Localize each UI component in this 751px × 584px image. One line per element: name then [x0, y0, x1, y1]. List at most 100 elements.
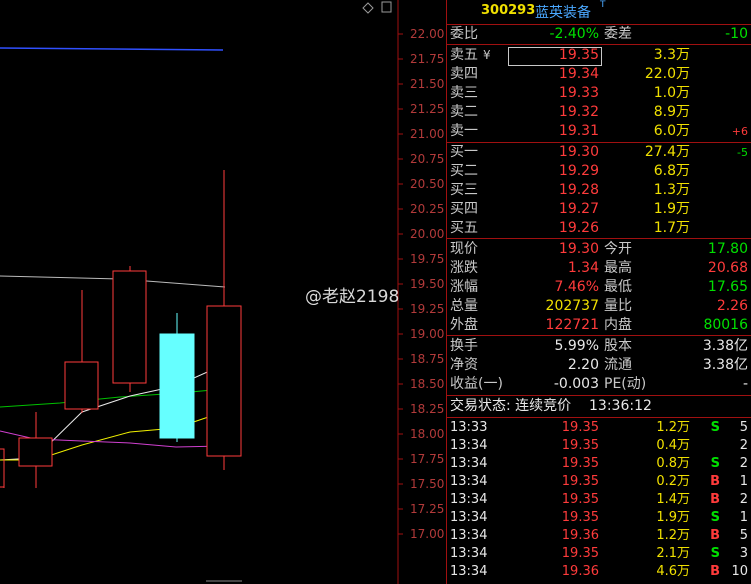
trade-price: 19.35: [561, 456, 599, 471]
level-change: +6: [731, 125, 748, 138]
price-tick-label: 22.00: [410, 27, 444, 41]
stock-code: 300293: [481, 3, 536, 18]
trade-row[interactable]: 13:34 19.35 0.2万 B 1: [447, 473, 751, 491]
trade-volume: 4.6万: [656, 564, 690, 579]
trade-row[interactable]: 13:34 19.35 1.9万 S 1: [447, 509, 751, 527]
stat-label: 股本: [604, 338, 632, 354]
stock-name[interactable]: 蓝英装备: [535, 2, 591, 22]
buy-level-row[interactable]: 买二 19.29 6.8万: [447, 162, 751, 181]
stat-value: 7.46%: [554, 279, 599, 295]
sell-level-row[interactable]: 卖三 19.33 1.0万: [447, 84, 751, 103]
quote-row: 总量 202737 量比 2.26: [447, 297, 751, 316]
sell-level-row[interactable]: 卖二 19.32 8.9万: [447, 103, 751, 122]
level-volume: 6.8万: [653, 163, 690, 179]
price-tick-label: 18.50: [410, 377, 444, 391]
buy-level-row[interactable]: 买五 19.26 1.7万: [447, 219, 751, 238]
divider: [447, 335, 751, 336]
price-tick-label: 17.50: [410, 477, 444, 491]
buy-level-row[interactable]: 买三 19.28 1.3万: [447, 181, 751, 200]
level-label: 买一: [450, 144, 478, 160]
buy-level-row[interactable]: 买一 19.30 27.4万 -5: [447, 143, 751, 162]
level-volume: 6.0万: [653, 123, 690, 139]
trade-price: 19.35: [561, 420, 599, 435]
level-price: 19.35: [558, 47, 599, 63]
trade-count: 10: [731, 564, 748, 579]
stat-label: 现价: [450, 241, 478, 257]
level-label: 卖二: [450, 104, 478, 120]
level-label: 买二: [450, 163, 478, 179]
stat-value: 202737: [545, 298, 599, 314]
candle: [64, 290, 99, 413]
info-row: 净资 2.20 流通 3.38亿: [447, 356, 751, 375]
trade-volume: 0.4万: [656, 438, 690, 453]
buy-level-row[interactable]: 买四 19.27 1.9万: [447, 200, 751, 219]
sell-level-row[interactable]: 卖四 19.34 22.0万: [447, 65, 751, 84]
divider: [447, 238, 751, 239]
trade-status: 交易状态: 连续竞价 13:36:12: [450, 398, 652, 414]
diamond-icon[interactable]: [362, 2, 374, 14]
price-tick-label: 18.25: [410, 402, 444, 416]
trade-volume: 1.2万: [656, 528, 690, 543]
stat-value: 5.99%: [554, 338, 599, 354]
sell-level-row[interactable]: 卖五 ¥19.35 3.3万: [447, 46, 751, 66]
level-volume: 8.9万: [653, 104, 690, 120]
price-tick-label: 19.75: [410, 252, 444, 266]
trade-row[interactable]: 13:34 19.36 1.2万 B 5: [447, 527, 751, 545]
level-price: 19.34: [558, 66, 599, 82]
trade-row[interactable]: 13:34 19.35 1.4万 B 2: [447, 491, 751, 509]
stat-value: 2.20: [567, 357, 599, 373]
sell-level-row[interactable]: 卖一 19.31 6.0万 +6: [447, 122, 751, 141]
trade-row[interactable]: 13:34 19.35 0.8万 S 2: [447, 455, 751, 473]
trade-count: 1: [739, 474, 748, 489]
stat-value: 80016: [703, 317, 748, 333]
trade-time: 13:34: [450, 546, 488, 561]
watermark: @老赵2198: [305, 287, 400, 307]
quote-panel: 300293 蓝英装备 T 委比 -2.40% 委差 -10 卖五 ¥19.35 3…: [446, 0, 751, 584]
trade-side: S: [710, 546, 720, 561]
trade-row[interactable]: 13:34 19.36 4.6万 B 10: [447, 563, 751, 581]
stat-label: 涨幅: [450, 279, 478, 295]
stat-label: 换手: [450, 338, 478, 354]
price-tick-label: 17.75: [410, 452, 444, 466]
stat-value: 2.26: [716, 298, 748, 314]
level-volume: 1.9万: [653, 201, 690, 217]
price-tick-label: 20.25: [410, 202, 444, 216]
trade-time: 13:34: [450, 438, 488, 453]
level-volume: 1.7万: [653, 220, 690, 236]
price-tick-label: 20.00: [410, 227, 444, 241]
quote-row: 现价 19.30 今开 17.80: [447, 240, 751, 259]
price-axis: 22.00 21.75 21.50 21.25 21.00 20.75 20.50 20.25…: [398, 27, 444, 541]
trade-side: B: [710, 528, 720, 543]
candle: [206, 170, 242, 470]
level-volume: 3.3万: [653, 47, 690, 63]
trade-row[interactable]: 13:33 19.35 1.2万 S 5: [447, 419, 751, 437]
trade-price: 19.35: [561, 546, 599, 561]
trade-price: 19.35: [561, 510, 599, 525]
stat-value: -: [742, 376, 748, 392]
trade-row[interactable]: 13:34 19.35 0.4万 2: [447, 437, 751, 455]
level-volume: 22.0万: [644, 66, 690, 82]
level-price: 19.28: [558, 182, 599, 198]
settings-icon[interactable]: [381, 1, 392, 13]
trade-side: S: [710, 420, 720, 435]
price-tick-label: 17.00: [410, 527, 444, 541]
stock-header: 300293 蓝英装备 T: [447, 0, 751, 24]
stat-label: 总量: [450, 298, 478, 314]
level-price: 19.27: [558, 201, 599, 217]
info-row: 收益(一) -0.003 PE(动) -: [447, 375, 751, 394]
quote-row: 涨跌 1.34 最高 20.68: [447, 259, 751, 278]
level-price: 19.31: [558, 123, 599, 139]
level-tag: ¥: [483, 48, 491, 62]
stat-label: 内盘: [604, 317, 632, 333]
trade-row[interactable]: 13:34 19.35 2.1万 S 3: [447, 545, 751, 563]
trade-count: 3: [739, 546, 748, 561]
price-tick-label: 21.75: [410, 52, 444, 66]
level-price: 19.30: [558, 144, 599, 160]
trade-price: 19.35: [561, 492, 599, 507]
trade-count: 2: [739, 456, 748, 471]
stat-value: 122721: [545, 317, 599, 333]
price-tick-label: 18.00: [410, 427, 444, 441]
stat-value: 3.38亿: [702, 357, 748, 373]
trade-side: B: [710, 564, 720, 579]
trade-price: 19.35: [561, 438, 599, 453]
